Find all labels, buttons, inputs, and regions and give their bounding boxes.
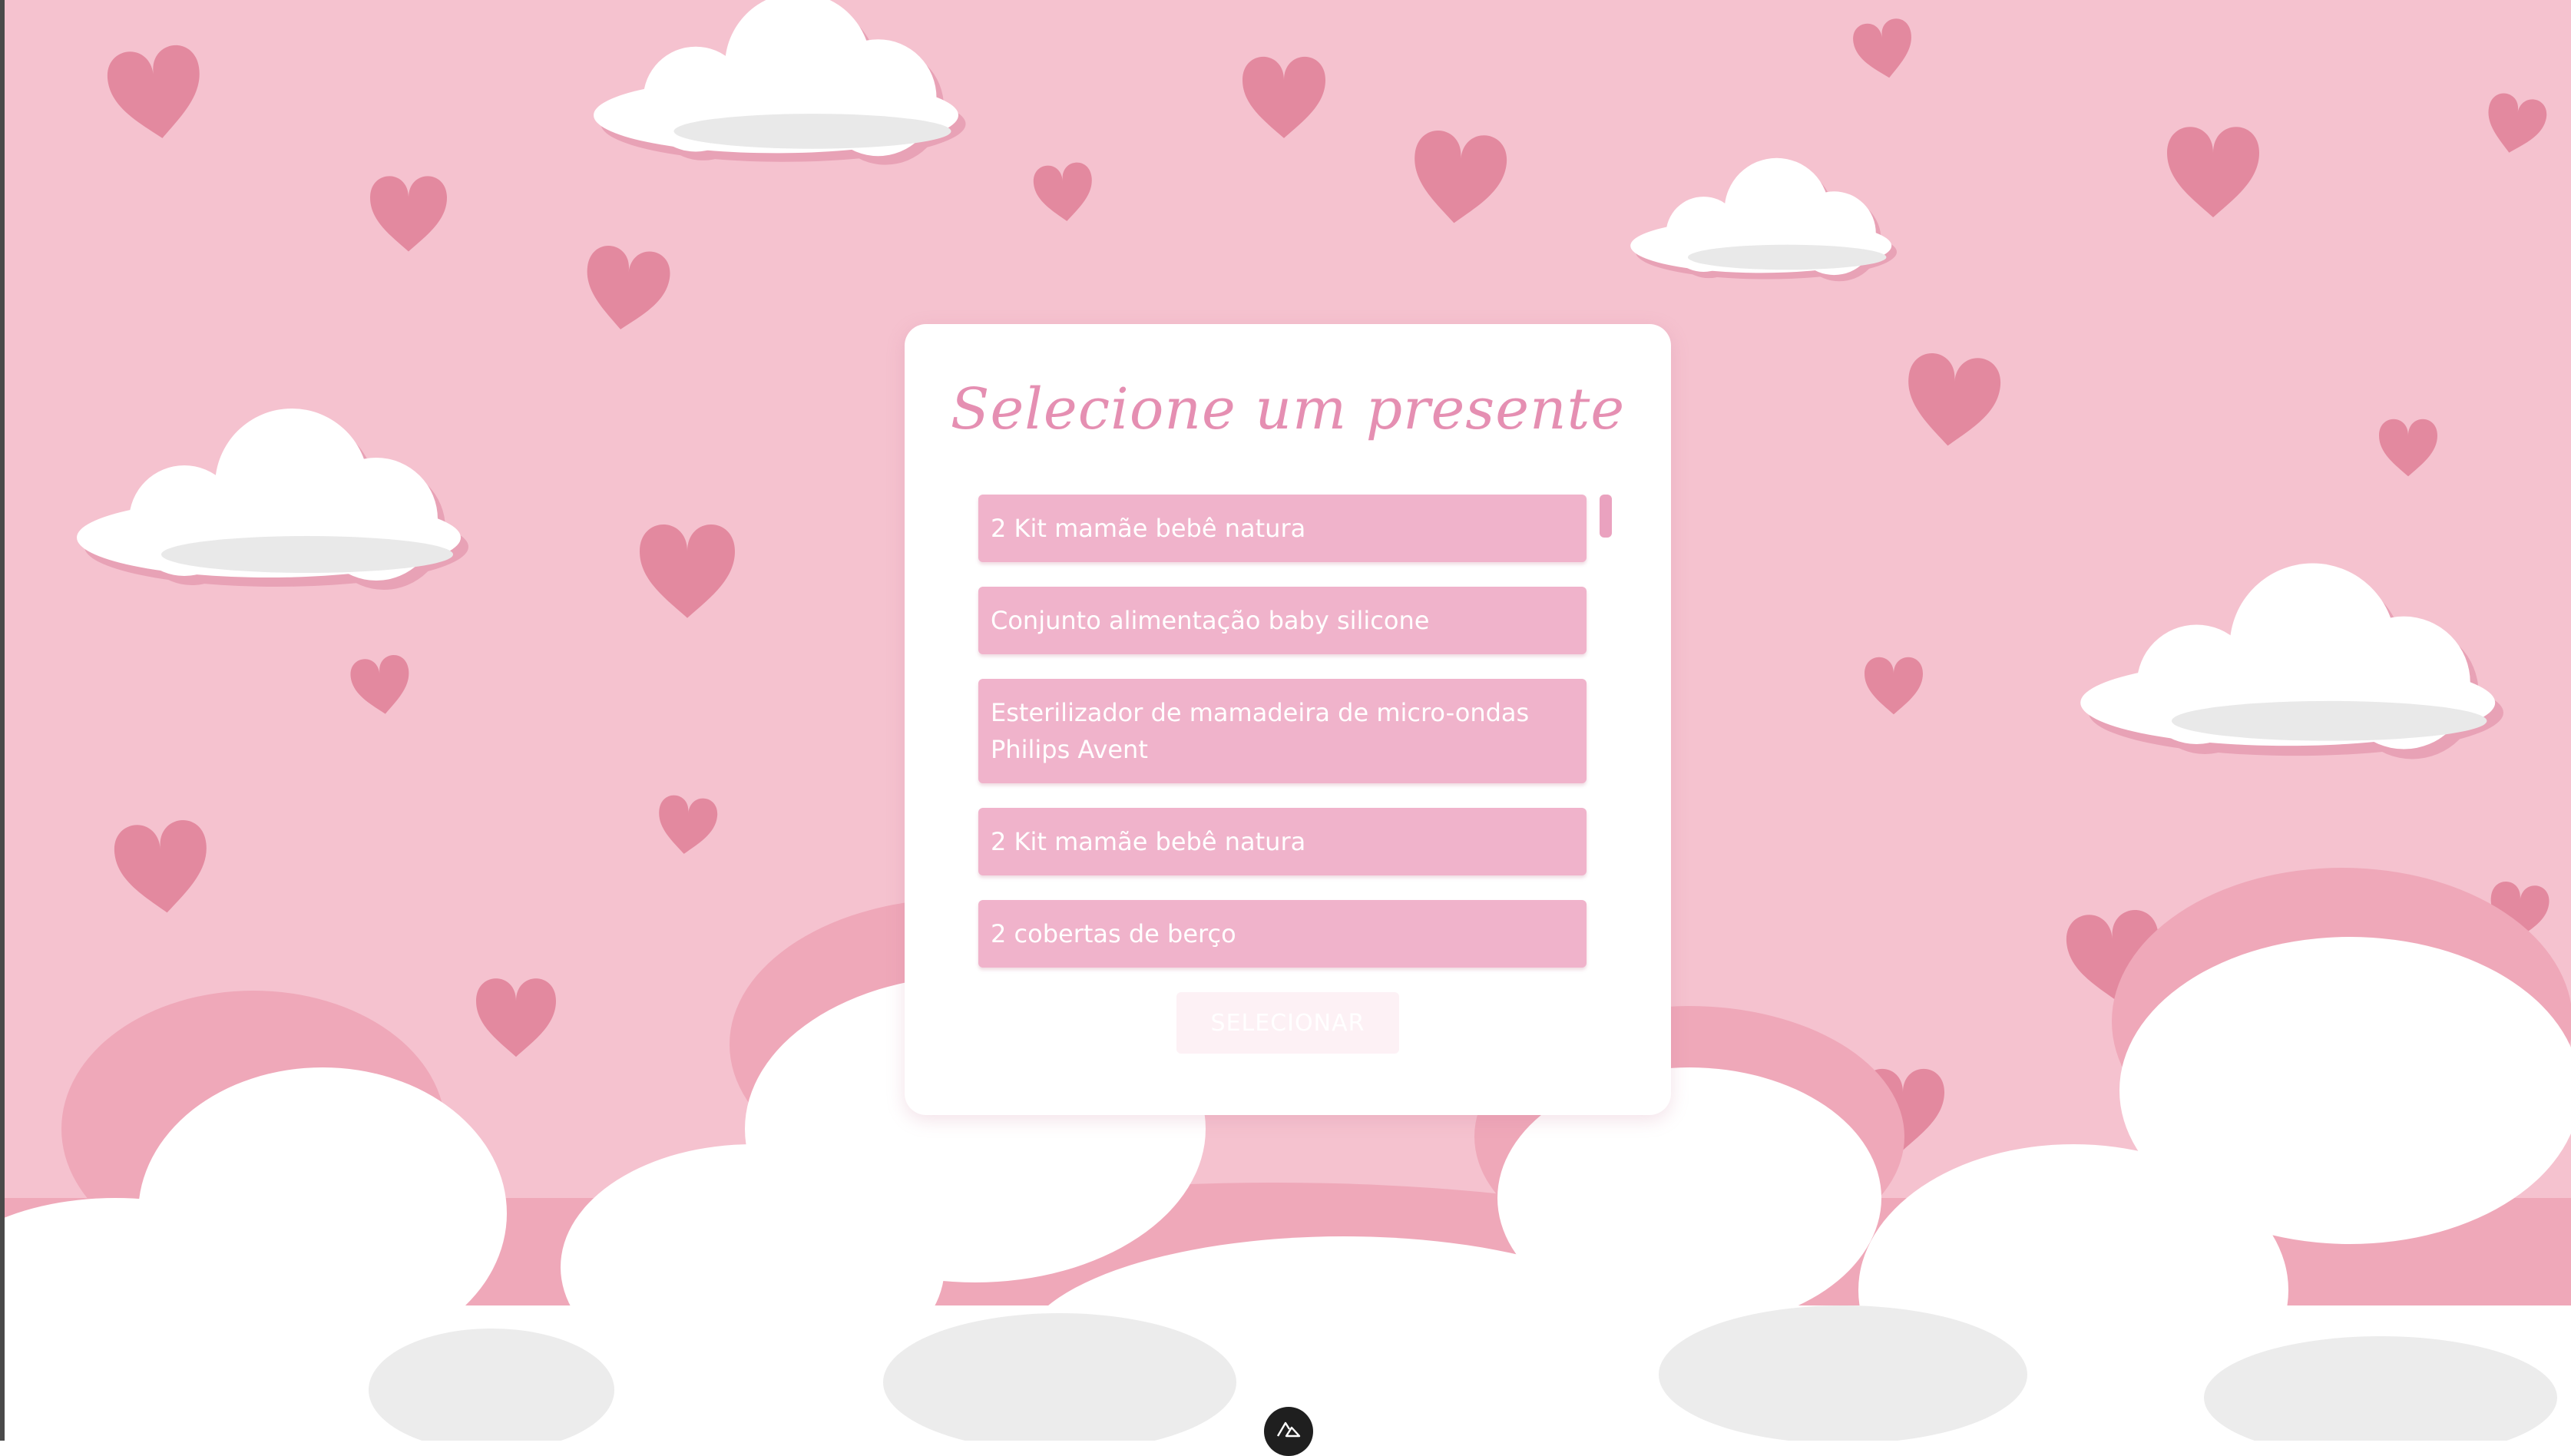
gift-option-1[interactable]: 2 Kit mamãe bebê natura bbox=[978, 495, 1587, 562]
select-button[interactable]: SELECIONAR bbox=[1176, 992, 1399, 1054]
dialog-title: Selecione um presente bbox=[950, 376, 1626, 442]
gift-option-5[interactable]: 2 cobertas de berço bbox=[978, 900, 1587, 968]
window-edge bbox=[0, 0, 5, 1441]
gift-option-2[interactable]: Conjunto alimentação baby silicone bbox=[978, 587, 1587, 654]
gift-list[interactable]: 2 Kit mamãe bebê natura Conjunto aliment… bbox=[978, 495, 1587, 992]
gift-option-4[interactable]: 2 Kit mamãe bebê natura bbox=[978, 808, 1587, 875]
nuxt-logo-icon bbox=[1276, 1421, 1301, 1438]
gift-selection-dialog: Selecione um presente 2 Kit mamãe bebê n… bbox=[905, 324, 1671, 1115]
list-scrollbar[interactable] bbox=[1600, 495, 1612, 538]
gift-option-3[interactable]: Esterilizador de mamadeira de micro-onda… bbox=[978, 679, 1587, 783]
nuxt-icon[interactable] bbox=[1264, 1407, 1313, 1456]
